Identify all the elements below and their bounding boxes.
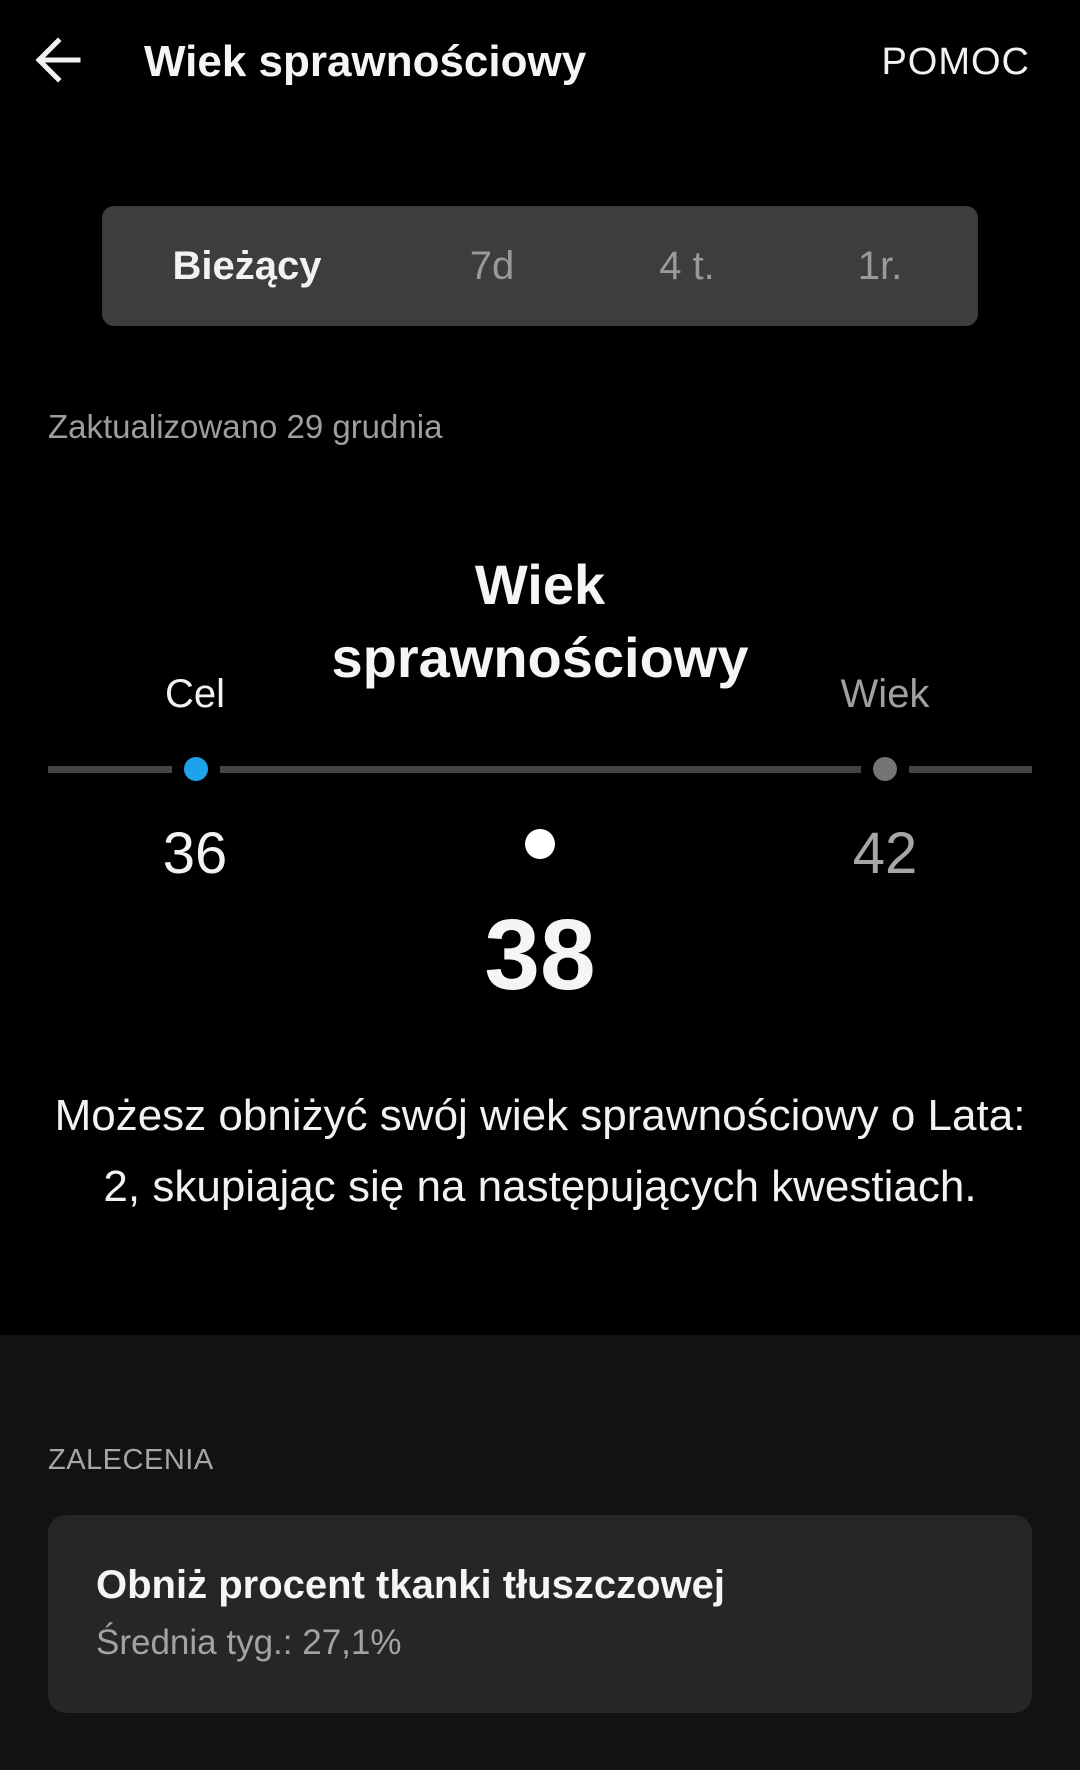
tab-current[interactable]: Bieżący (102, 206, 392, 326)
gauge-track-right (909, 766, 1032, 773)
age-marker (873, 757, 897, 781)
help-button[interactable]: POMOC (881, 30, 1030, 94)
updated-date: Zaktualizowano 29 grudnia (48, 408, 443, 445)
fitness-age-value: 38 (484, 899, 596, 1011)
improvement-description: Możesz obniżyć swój wiek sprawnościowy o… (54, 1091, 1026, 1211)
page-title: Wiek sprawnościowy (144, 37, 587, 86)
back-button[interactable] (28, 28, 92, 92)
goal-value: 36 (162, 821, 228, 886)
age-value: 42 (852, 821, 918, 886)
recommendation-title: Obniż procent tkanki tłuszczowej (96, 1563, 725, 1607)
gauge-track-middle (220, 766, 861, 773)
goal-label: Cel (164, 672, 226, 716)
period-tabs: Bieżący 7d 4 t. 1r. (102, 206, 978, 326)
goal-marker (184, 757, 208, 781)
gauge-track-left (48, 766, 172, 773)
current-marker (525, 829, 555, 859)
recommendation-card[interactable]: Obniż procent tkanki tłuszczowej Średnia… (48, 1515, 1032, 1713)
recommendations-heading: ZALECENIA (48, 1444, 214, 1476)
tab-1-year[interactable]: 1r. (782, 206, 978, 326)
age-label: Wiek (840, 672, 930, 716)
fitness-age-label: Wiek sprawnościowy (331, 553, 749, 689)
tab-4-weeks[interactable]: 4 t. (592, 206, 782, 326)
arrow-left-icon (35, 37, 81, 83)
recommendation-subtitle: Średnia tyg.: 27,1% (96, 1623, 402, 1662)
tab-7d[interactable]: 7d (392, 206, 592, 326)
